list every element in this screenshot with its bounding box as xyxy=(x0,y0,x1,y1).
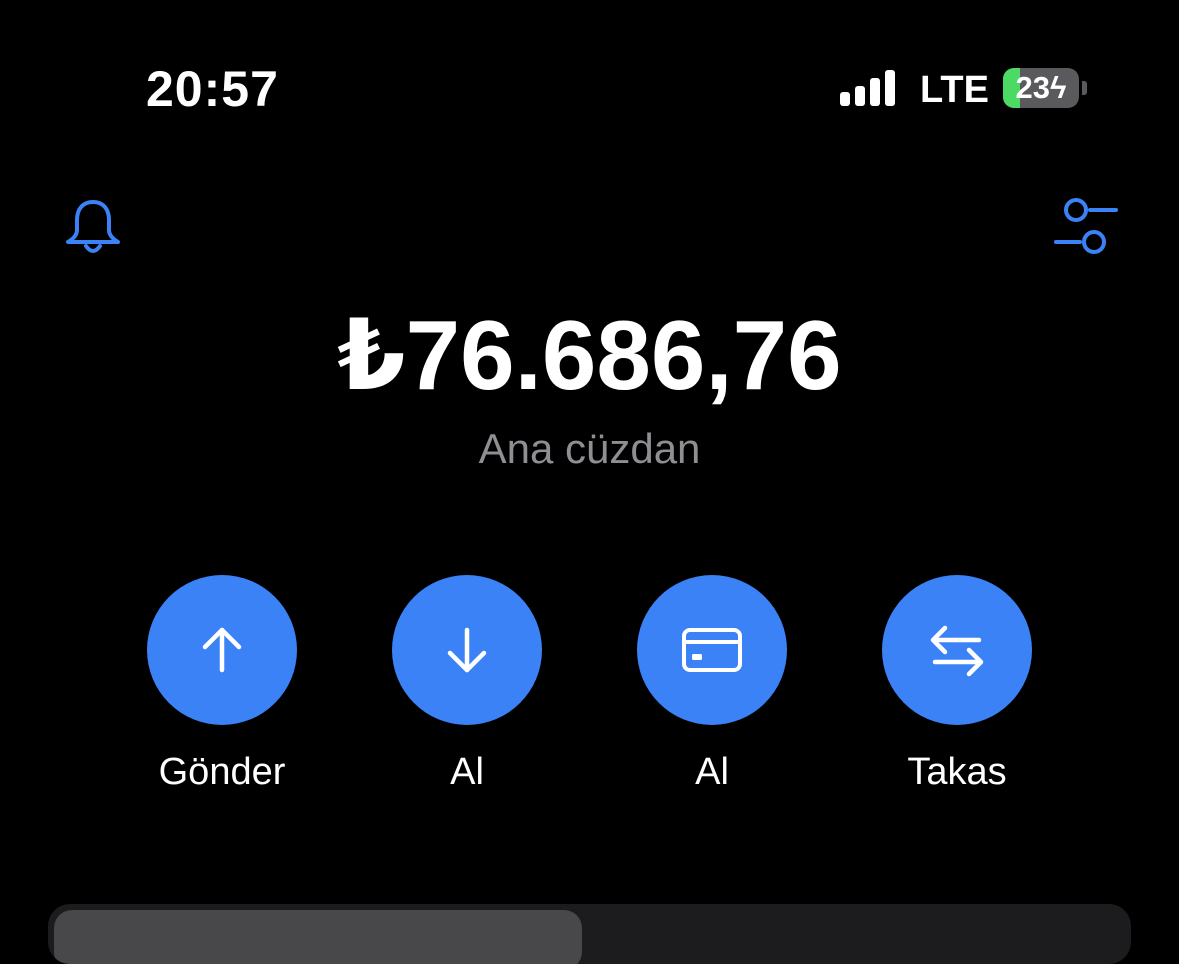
segmented-tabs xyxy=(48,904,1131,964)
credit-card-icon xyxy=(682,628,742,672)
arrow-up-icon xyxy=(202,627,242,673)
wallet-name[interactable]: Ana cüzdan xyxy=(0,424,1179,474)
cellular-signal-icon xyxy=(840,70,900,106)
battery-level: 23 xyxy=(1015,70,1051,105)
wallet-balance: ₺76.686,76 xyxy=(337,300,842,410)
send-button[interactable] xyxy=(147,575,297,725)
receive-label: Al xyxy=(450,751,484,793)
sliders-icon xyxy=(1054,198,1118,254)
swap-label: Takas xyxy=(907,751,1007,793)
buy-action[interactable]: Al xyxy=(637,575,787,805)
swap-button[interactable] xyxy=(882,575,1032,725)
network-type: LTE xyxy=(920,69,989,111)
send-label: Gönder xyxy=(158,751,286,793)
status-time: 20:57 xyxy=(146,61,279,117)
buy-button[interactable] xyxy=(637,575,787,725)
battery-tip xyxy=(1082,81,1087,95)
bell-icon xyxy=(66,200,120,253)
swap-action[interactable]: Takas xyxy=(882,575,1032,805)
settings-button[interactable] xyxy=(1052,194,1118,260)
arrow-down-icon xyxy=(447,627,487,673)
segment-active[interactable] xyxy=(54,910,582,964)
receive-button[interactable] xyxy=(392,575,542,725)
send-action[interactable]: Gönder xyxy=(147,575,297,805)
swap-arrows-icon xyxy=(930,625,984,677)
charging-bolt-icon: ϟ xyxy=(1050,70,1067,105)
notifications-button[interactable] xyxy=(62,196,124,258)
status-bar: 20:57 LTE 23ϟ xyxy=(0,0,1179,150)
buy-label: Al xyxy=(695,751,729,793)
battery-level-text: 23ϟ xyxy=(1003,68,1079,108)
receive-action[interactable]: Al xyxy=(392,575,542,805)
battery-icon: 23ϟ xyxy=(1003,68,1079,108)
